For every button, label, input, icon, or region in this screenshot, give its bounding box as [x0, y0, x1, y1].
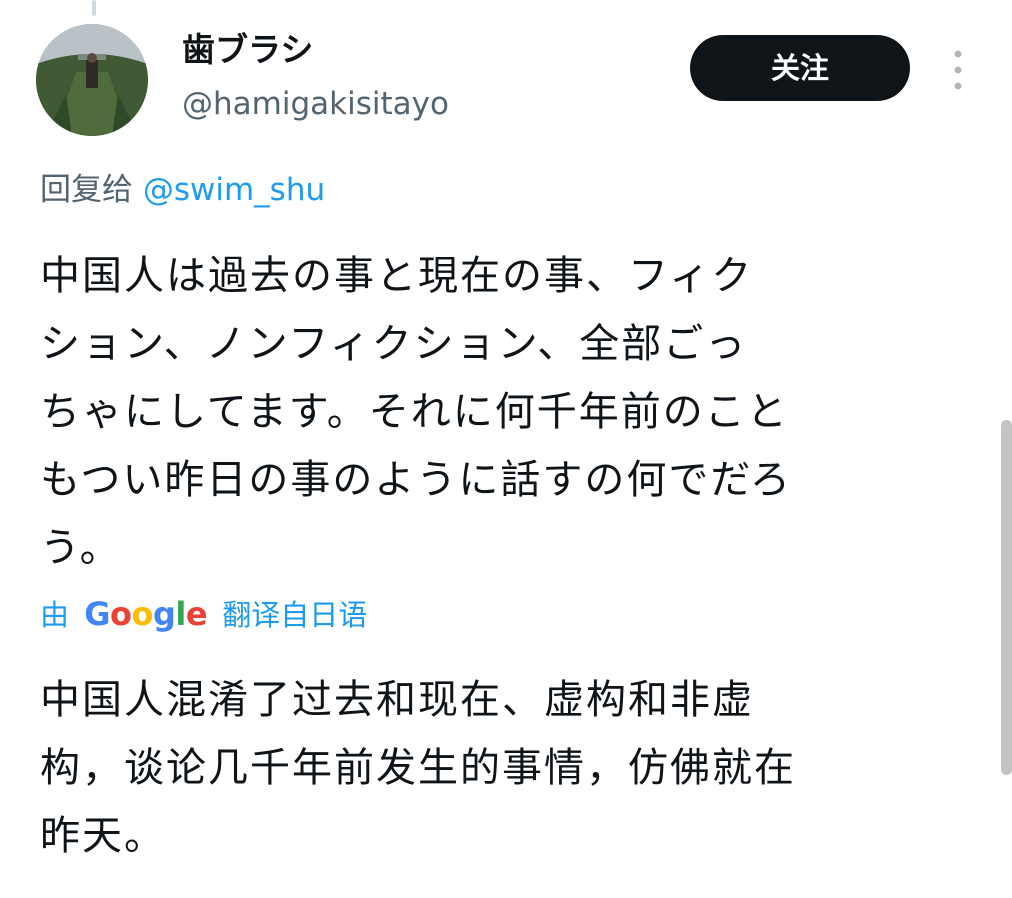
tweet-text-line: ション、ノンフィクション、全部ごっ	[40, 321, 748, 367]
follow-button[interactable]: 关注	[690, 35, 910, 101]
google-logo: Google	[84, 595, 207, 633]
display-name[interactable]: 歯ブラシ	[182, 30, 313, 70]
google-logo-letter: o	[131, 595, 153, 633]
google-logo-letter: e	[185, 595, 208, 633]
more-vertical-icon[interactable]	[948, 48, 968, 92]
reply-prefix: 回复给	[40, 172, 133, 208]
thread-connector-line	[92, 0, 96, 16]
translated-text-line: 构，谈论几千年前发生的事情，仿佛就在	[40, 745, 796, 791]
google-logo-letter: l	[175, 595, 186, 633]
google-logo-letter: o	[110, 595, 132, 633]
google-logo-letter: G	[84, 595, 110, 633]
avatar[interactable]	[36, 24, 148, 136]
translation-prefix: 由	[40, 598, 70, 632]
user-handle[interactable]: @hamigakisitayo	[182, 84, 449, 124]
tweet-text-line: もつい昨日の事のように話すの何でだろ	[40, 457, 792, 503]
reply-to-handle-link[interactable]: @swim_shu	[143, 172, 325, 208]
tweet-text-line: 中国人は過去の事と現在の事、フィク	[40, 253, 754, 299]
translated-text-line: 昨天。	[40, 813, 166, 859]
scrollbar-thumb[interactable]	[1001, 420, 1012, 775]
tweet-text: 中国人は過去の事と現在の事、フィク ション、ノンフィクション、全部ごっ ちゃにし…	[40, 242, 940, 582]
reply-context: 回复给 @swim_shu	[40, 168, 325, 212]
translated-text: 中国人混淆了过去和现在、虚构和非虚 构，谈论几千年前发生的事情，仿佛就在 昨天。	[40, 666, 960, 870]
avatar-image	[36, 24, 148, 136]
google-logo-letter: g	[152, 595, 176, 633]
translated-text-line: 中国人混淆了过去和现在、虚构和非虚	[40, 677, 754, 723]
translation-attribution[interactable]: 由 Google 翻译自日语	[40, 592, 367, 636]
tweet-text-line: う。	[40, 525, 122, 571]
tweet-text-line: ちゃにしてます。それに何千年前のこと	[40, 389, 789, 435]
translation-suffix: 翻译自日语	[222, 598, 368, 632]
